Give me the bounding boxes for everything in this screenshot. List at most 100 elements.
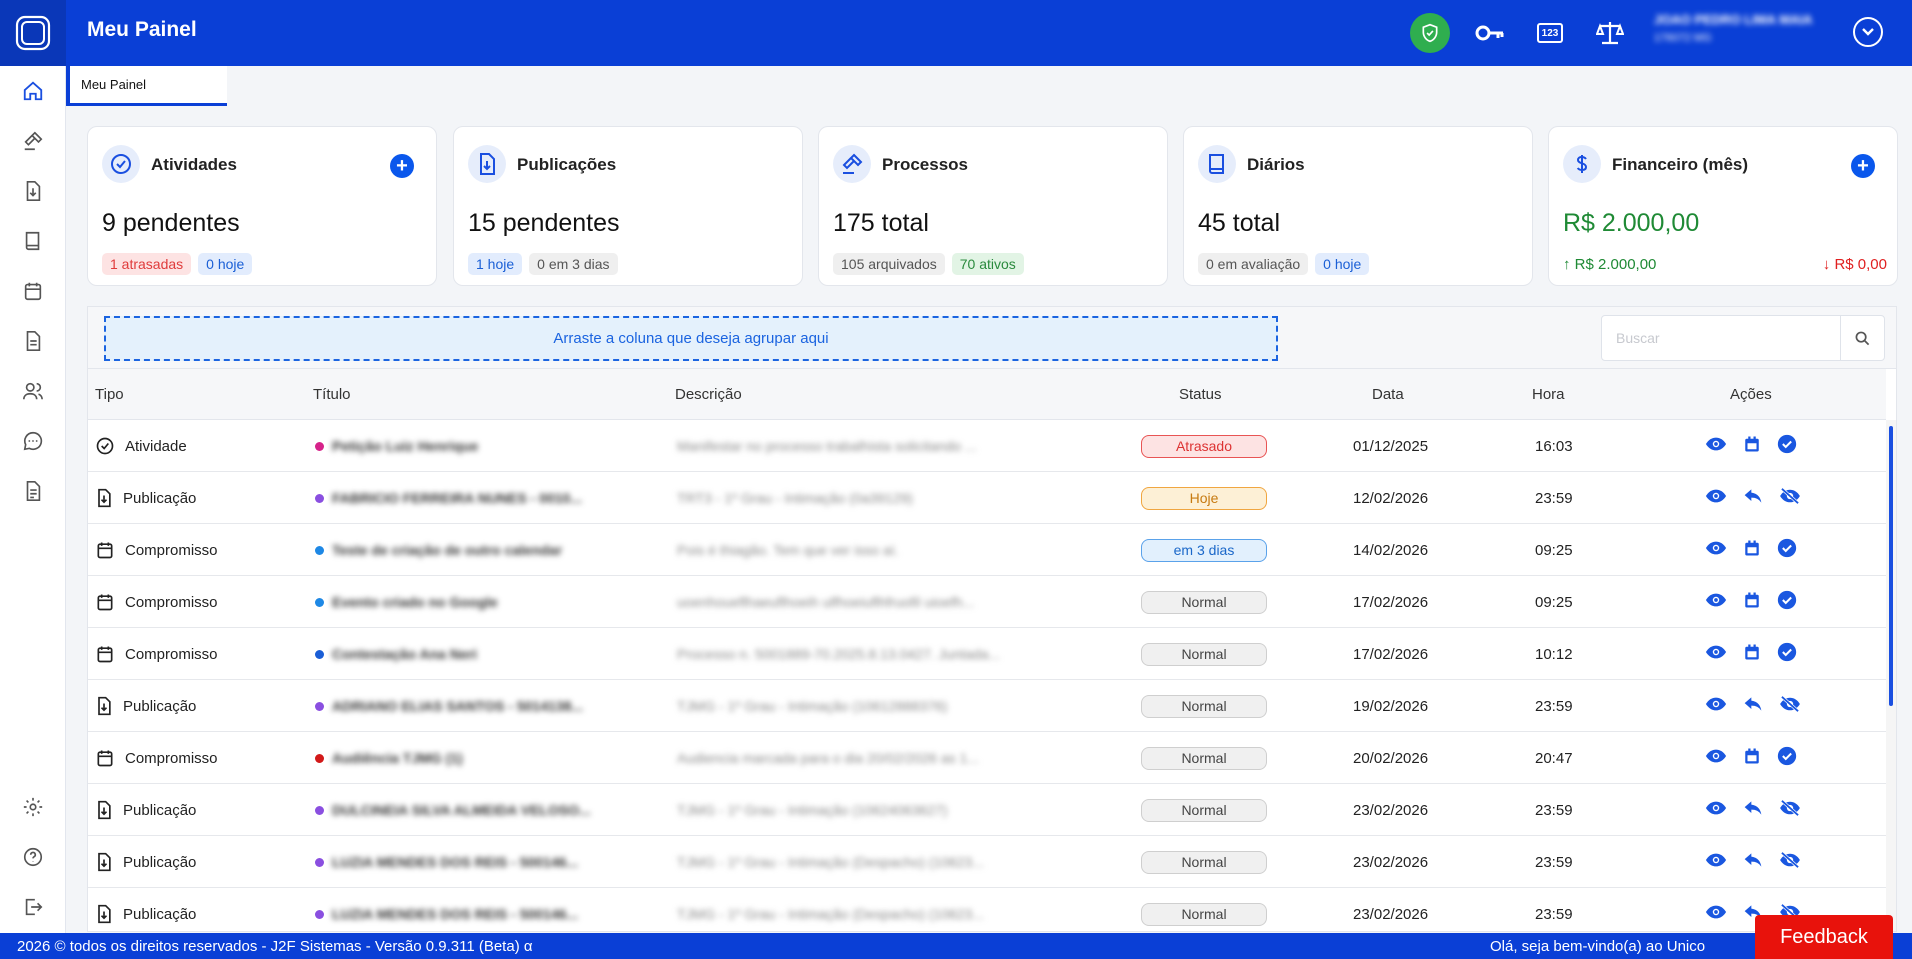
sidebar-item-agenda[interactable] (18, 276, 48, 306)
hide-button[interactable] (1779, 487, 1801, 509)
schedule-button[interactable] (1743, 747, 1761, 769)
complete-button[interactable] (1777, 434, 1797, 458)
app-logo[interactable] (0, 0, 66, 66)
add-atividade-button[interactable]: + (390, 154, 414, 178)
sidebar-item-mensagens[interactable] (18, 426, 48, 456)
sidebar-item-clientes[interactable] (18, 376, 48, 406)
file-download-icon (95, 696, 113, 716)
reply-button[interactable] (1743, 851, 1763, 873)
titulo-text[interactable]: Audiência TJMG (1) (332, 750, 463, 766)
table-row[interactable]: Publicação LUZIA MENDES DOS REIS - 50014… (88, 888, 1886, 931)
user-info[interactable]: JOAO PEDRO LIMA MAIA 176072 MG (1654, 12, 1812, 44)
complete-button[interactable] (1777, 642, 1797, 666)
calendar-icon (1745, 644, 1759, 660)
table-row[interactable]: Compromisso Contestação Ana Neri Process… (88, 628, 1886, 680)
complete-button[interactable] (1777, 746, 1797, 770)
tag-hoje[interactable]: 0 hoje (1315, 253, 1370, 275)
sidebar-item-ajuda[interactable] (18, 842, 48, 872)
table-row[interactable]: Compromisso Audiência TJMG (1) Audiencia… (88, 732, 1886, 784)
reply-button[interactable] (1743, 799, 1763, 821)
schedule-button[interactable] (1743, 539, 1761, 561)
view-button[interactable] (1705, 800, 1727, 820)
hide-button[interactable] (1779, 799, 1801, 821)
vertical-scrollbar[interactable] (1886, 420, 1896, 931)
eye-off-icon (1780, 695, 1800, 713)
view-button[interactable] (1705, 904, 1727, 924)
complete-button[interactable] (1777, 590, 1797, 614)
titulo-text[interactable]: LUZIA MENDES DOS REIS - 500146... (332, 854, 578, 870)
column-header-acoes[interactable]: Ações (1730, 386, 1772, 403)
schedule-button[interactable] (1743, 591, 1761, 613)
sidebar-item-processos[interactable] (18, 126, 48, 156)
titulo-text[interactable]: Petição Luiz Henrique (332, 438, 478, 454)
schedule-button[interactable] (1743, 435, 1761, 457)
view-button[interactable] (1705, 644, 1727, 664)
key-button[interactable] (1460, 0, 1520, 66)
reply-button[interactable] (1743, 695, 1763, 717)
column-header-status[interactable]: Status (1179, 386, 1222, 403)
view-button[interactable] (1705, 852, 1727, 872)
cell-hora: 09:25 (1535, 524, 1595, 576)
table-row[interactable]: Compromisso Evento criado no Google uoen… (88, 576, 1886, 628)
sidebar-item-configuracoes[interactable] (18, 792, 48, 822)
tag-atrasadas[interactable]: 1 atrasadas (102, 253, 192, 275)
tag-ativos[interactable]: 70 ativos (951, 253, 1024, 275)
numeric-button[interactable]: 123 (1520, 0, 1580, 66)
card-value: 45 total (1198, 209, 1281, 237)
tag-em-3-dias[interactable]: 0 em 3 dias (529, 253, 618, 275)
titulo-text[interactable]: Teste de criação de outro calendar (332, 542, 562, 558)
key-icon (1475, 25, 1504, 41)
feedback-button[interactable]: Feedback (1755, 915, 1893, 959)
view-button[interactable] (1705, 592, 1727, 612)
column-header-tipo[interactable]: Tipo (95, 386, 124, 403)
view-button[interactable] (1705, 488, 1727, 508)
table-row[interactable]: Publicação ADRIANO ELIAS SANTOS - 501413… (88, 680, 1886, 732)
titulo-text[interactable]: FABRICIO FERREIRA NUNES - 0010... (332, 490, 582, 506)
tag-hoje[interactable]: 1 hoje (468, 253, 523, 275)
table-row[interactable]: Compromisso Teste de criação de outro ca… (88, 524, 1886, 576)
security-status-button[interactable] (1400, 0, 1460, 66)
table-row[interactable]: Publicação LUZIA MENDES DOS REIS - 50014… (88, 836, 1886, 888)
view-button[interactable] (1705, 540, 1727, 560)
tag-arquivados[interactable]: 105 arquivados (833, 253, 945, 275)
sidebar-item-documentos[interactable] (18, 326, 48, 356)
group-drop-zone[interactable]: Arraste a coluna que deseja agrupar aqui (104, 316, 1278, 361)
reply-button[interactable] (1743, 487, 1763, 509)
column-header-descricao[interactable]: Descrição (675, 386, 742, 403)
schedule-button[interactable] (1743, 643, 1761, 665)
tab-meu-painel[interactable]: Meu Painel (66, 66, 227, 106)
view-button[interactable] (1705, 748, 1727, 768)
sidebar-item-publicacoes[interactable] (18, 176, 48, 206)
tipo-label: Publicação (123, 489, 197, 507)
sidebar-item-relatorios[interactable] (18, 476, 48, 506)
column-header-titulo[interactable]: Título (313, 386, 351, 403)
column-header-data[interactable]: Data (1372, 386, 1404, 403)
titulo-text[interactable]: Contestação Ana Neri (332, 646, 477, 662)
scrollbar-thumb[interactable] (1889, 426, 1893, 706)
tag-hoje[interactable]: 0 hoje (198, 253, 253, 275)
column-header-hora[interactable]: Hora (1532, 386, 1565, 403)
hide-button[interactable] (1779, 851, 1801, 873)
titulo-text[interactable]: Evento criado no Google (332, 594, 498, 610)
add-lancamento-button[interactable]: + (1851, 154, 1875, 178)
card-financeiro: Financeiro (mês) + R$ 2.000,00 ↑ R$ 2.00… (1548, 126, 1898, 286)
table-row[interactable]: Publicação DULCINEIA SILVA ALMEIDA VELOS… (88, 784, 1886, 836)
table-row[interactable]: Atividade Petição Luiz Henrique Manifest… (88, 420, 1886, 472)
scales-button[interactable] (1580, 0, 1640, 66)
hide-button[interactable] (1779, 695, 1801, 717)
calendar-icon (1745, 592, 1759, 608)
search-input[interactable] (1602, 316, 1842, 360)
table-row[interactable]: Publicação FABRICIO FERREIRA NUNES - 001… (88, 472, 1886, 524)
search-button[interactable] (1840, 316, 1884, 360)
user-menu-button[interactable] (1853, 17, 1883, 47)
complete-button[interactable] (1777, 538, 1797, 562)
sidebar-item-sair[interactable] (18, 892, 48, 922)
tag-em-avaliacao[interactable]: 0 em avaliação (1198, 253, 1309, 275)
view-button[interactable] (1705, 696, 1727, 716)
titulo-text[interactable]: ADRIANO ELIAS SANTOS - 5014138... (332, 698, 583, 714)
view-button[interactable] (1705, 436, 1727, 456)
sidebar-item-diarios[interactable] (18, 226, 48, 256)
titulo-text[interactable]: DULCINEIA SILVA ALMEIDA VELOSO... (332, 802, 591, 818)
titulo-text[interactable]: LUZIA MENDES DOS REIS - 500146... (332, 906, 578, 922)
sidebar-item-home[interactable] (18, 76, 48, 106)
